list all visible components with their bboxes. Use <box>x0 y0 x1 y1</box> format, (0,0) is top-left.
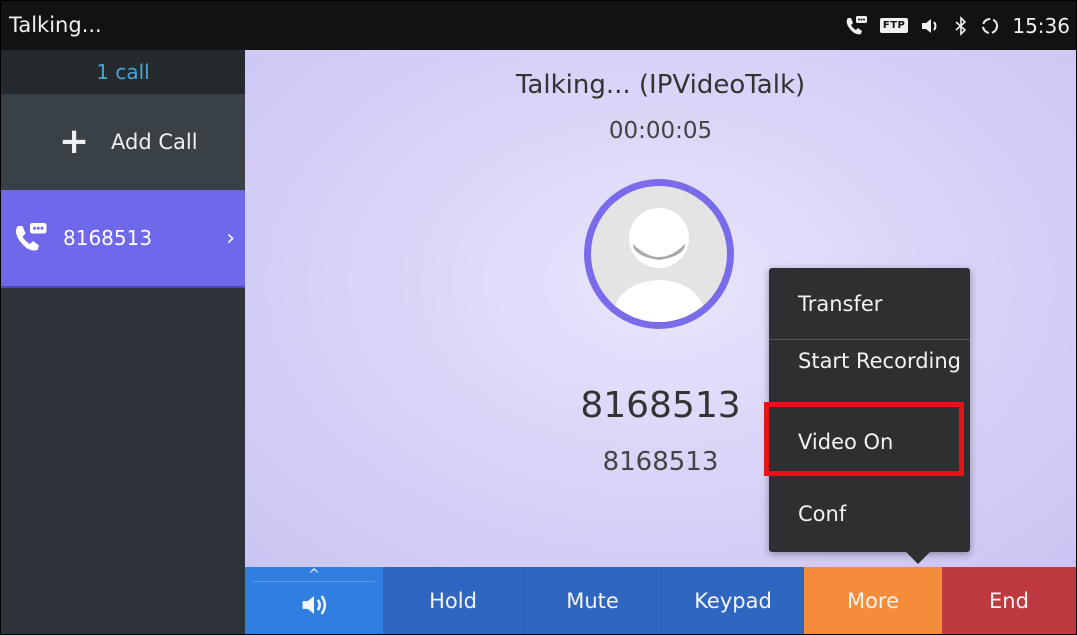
call-toolbar: ^ Hold Mute Keypad More End <box>245 567 1076 634</box>
volume-icon <box>920 16 942 36</box>
add-call-label: Add Call <box>111 130 198 154</box>
chevron-right-icon: › <box>226 225 235 251</box>
call-chat-icon <box>9 217 51 259</box>
hold-button[interactable]: Hold <box>383 567 523 634</box>
menu-item-start-recording[interactable]: Start Recording <box>769 341 970 406</box>
menu-item-conf[interactable]: Conf <box>769 478 970 550</box>
divider <box>253 581 375 582</box>
active-call-number: 8168513 <box>63 226 153 250</box>
keypad-button[interactable]: Keypad <box>661 567 804 634</box>
status-time: 15:36 <box>1012 13 1070 38</box>
active-call-item[interactable]: 8168513 › <box>1 190 245 288</box>
phone-screen: Talking... FTP 15:36 1 call + Add Call 8… <box>0 0 1077 635</box>
call-count: 1 call <box>1 50 245 94</box>
chevron-up-icon: ^ <box>308 567 320 583</box>
menu-pointer-arrow <box>906 552 930 564</box>
more-button[interactable]: More <box>804 567 942 634</box>
call-chat-icon <box>844 15 868 37</box>
call-sidebar: 1 call + Add Call 8168513 › <box>1 50 245 634</box>
call-status-title: Talking... (IPVideoTalk) <box>515 70 806 100</box>
speaker-button[interactable]: ^ <box>245 567 383 634</box>
contact-avatar-icon <box>591 186 727 322</box>
call-duration: 00:00:05 <box>608 118 713 144</box>
end-call-button[interactable]: End <box>942 567 1076 634</box>
add-call-button[interactable]: + Add Call <box>1 94 245 191</box>
status-bar: Talking... FTP 15:36 <box>1 1 1076 50</box>
avatar <box>584 179 734 329</box>
plus-icon: + <box>59 121 90 162</box>
speaker-icon <box>300 592 328 623</box>
status-icons: FTP 15:36 <box>844 1 1070 50</box>
bluetooth-icon <box>954 15 968 36</box>
highlight-box <box>764 402 964 476</box>
ftp-icon: FTP <box>879 18 909 33</box>
sync-icon <box>980 16 1000 36</box>
status-title: Talking... <box>9 13 102 37</box>
menu-item-transfer[interactable]: Transfer <box>769 268 970 340</box>
mute-button[interactable]: Mute <box>523 567 661 634</box>
